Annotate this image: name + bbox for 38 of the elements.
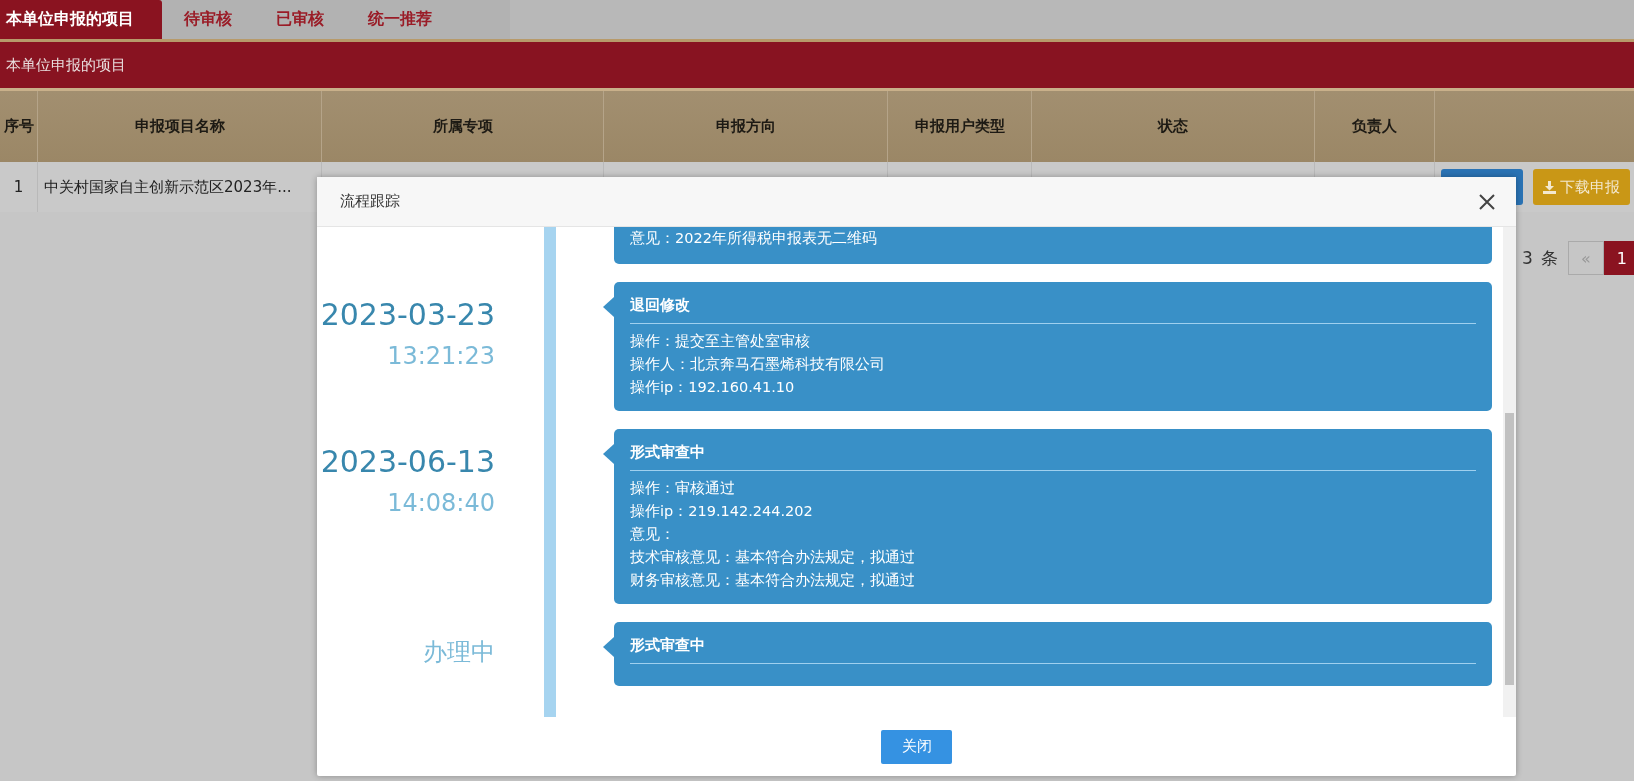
close-button[interactable]: 关闭 xyxy=(881,729,952,764)
column-header: 所属专项 xyxy=(322,91,604,162)
entry-date: 2023-03-23 xyxy=(320,296,495,334)
card-line: 意见： xyxy=(630,525,676,544)
column-header: 状态 xyxy=(1032,91,1315,162)
card-title: 形式审查中 xyxy=(630,443,1476,471)
tab[interactable]: 统一推荐 xyxy=(346,0,454,39)
card-line: 操作：提交至主管处室审核 xyxy=(630,332,811,351)
total-count: 3 xyxy=(1522,248,1533,268)
column-header: 序号 xyxy=(0,91,38,162)
dialog-title: 流程跟踪 xyxy=(340,192,400,211)
card-line: 技术审核意见：基本符合办法规定，拟通过 xyxy=(630,548,916,567)
scrollbar[interactable] xyxy=(1503,227,1516,717)
card-title: 退回修改 xyxy=(630,296,1476,324)
column-header: 申报方向 xyxy=(604,91,888,162)
entry-time: 14:08:40 xyxy=(387,489,495,517)
card-line: 财务审核意见：基本符合办法规定，拟通过 xyxy=(630,571,916,590)
tab[interactable]: 待审核 xyxy=(162,0,254,39)
column-header: 申报用户类型 xyxy=(888,91,1032,162)
card-line: 操作ip：192.160.41.10 xyxy=(630,378,796,397)
column-header: 负责人 xyxy=(1315,91,1435,162)
download-icon xyxy=(1543,180,1556,194)
tab[interactable]: 本单位申报的项目 xyxy=(0,0,162,39)
card-line: 操作：审核通过 xyxy=(630,479,736,498)
column-header: 申报项目名称 xyxy=(38,91,322,162)
entry-time: 13:21:23 xyxy=(387,342,495,370)
card-line: 操作ip：219.142.244.202 xyxy=(630,502,814,521)
entry-date: 2023-06-13 xyxy=(320,443,495,481)
close-icon[interactable] xyxy=(1478,192,1496,211)
download-button[interactable]: 下载申报 xyxy=(1533,169,1630,205)
page-button[interactable]: 1 xyxy=(1603,241,1634,275)
count-unit: 条 xyxy=(1540,246,1558,270)
tab[interactable]: 已审核 xyxy=(254,0,346,39)
card-line: 操作人：北京奔马石墨烯科技有限公司 xyxy=(630,355,886,374)
section-title: 本单位申报的项目 xyxy=(6,55,126,75)
card-title: 形式审查中 xyxy=(630,636,1476,664)
card-line: 意见：2022年所得税申报表无二维码 xyxy=(630,229,878,248)
entry-status: 办理中 xyxy=(423,637,495,668)
